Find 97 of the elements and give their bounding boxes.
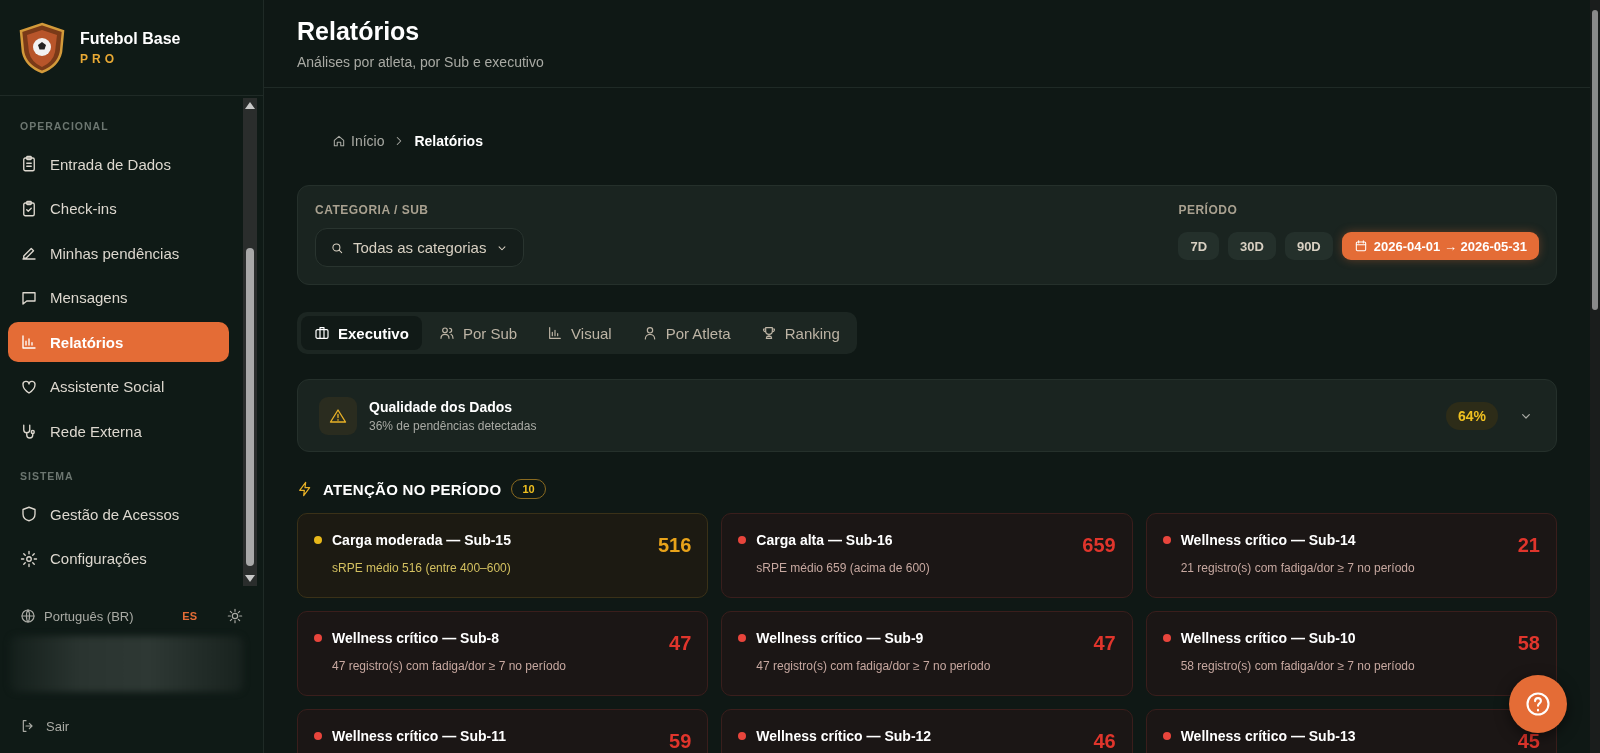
lightning-icon xyxy=(297,481,313,497)
breadcrumb-link[interactable]: Relatórios xyxy=(414,133,483,149)
section-title: ATENÇÃO NO PERÍODO xyxy=(323,480,502,498)
card-subtitle: 36% de pendências detectadas xyxy=(369,418,538,433)
shield-ball-logo-icon xyxy=(18,21,66,74)
alert-card[interactable]: Wellness crítico — Sub-8 47 registro(s) com fadiga/dor ≥ 7 no período 47 xyxy=(297,611,709,696)
alert-detail: 58 registro(s) com fadiga/dor ≥ 7 no período xyxy=(1180,659,1416,673)
alert-card[interactable]: Wellness crítico — Sub-11 59 xyxy=(297,709,709,753)
card-title: Qualidade dos Dados xyxy=(369,398,514,415)
breadcrumb-link[interactable]: Início xyxy=(332,133,385,149)
stethoscope-icon xyxy=(20,422,38,441)
nav-item[interactable]: Entrada de Dados xyxy=(8,144,229,184)
clipboard-check-icon xyxy=(20,199,38,218)
alert-card[interactable]: Carga moderada — Sub-15 sRPE médio 516 (entre 400–600) 516 xyxy=(297,513,709,598)
briefcase-icon xyxy=(314,325,330,341)
filter-label: CATEGORIA / SUB xyxy=(315,203,430,217)
alert-value: 659 xyxy=(1082,534,1116,557)
nav-item[interactable]: Minhas pendências xyxy=(8,233,229,274)
tab[interactable]: Ranking xyxy=(747,316,853,350)
alert-card[interactable]: Wellness crítico — Sub-9 47 registro(s) com fadiga/dor ≥ 7 no período 47 xyxy=(721,611,1133,696)
alert-card[interactable]: Wellness crítico — Sub-12 46 xyxy=(721,709,1133,753)
clipboard-icon xyxy=(20,155,38,173)
status-dot xyxy=(738,732,747,740)
alert-title: Wellness crítico — Sub-13 xyxy=(1180,728,1357,744)
status-dot xyxy=(738,536,747,544)
filter-label: PERÍODO xyxy=(1178,203,1239,217)
period-button[interactable]: 7D xyxy=(1178,232,1220,260)
tab[interactable]: Executivo xyxy=(301,316,422,350)
nav-item[interactable]: Rede Externa xyxy=(8,411,229,452)
calendar-icon xyxy=(1353,239,1368,253)
globe-icon xyxy=(20,608,36,624)
alert-title: Carga alta — Sub-16 xyxy=(756,532,894,548)
scrollbar-drawing[interactable] xyxy=(243,98,257,586)
alert-value: 21 xyxy=(1517,534,1540,557)
alert-value: 46 xyxy=(1093,730,1116,753)
nav-section-title: OPERACIONAL xyxy=(19,120,110,132)
alert-detail: sRPE médio 516 (entre 400–600) xyxy=(332,561,512,575)
page-title: Relatórios xyxy=(297,17,421,46)
tab[interactable]: Por Sub xyxy=(425,316,531,350)
tab[interactable]: Visual xyxy=(534,316,625,350)
status-dot xyxy=(314,732,322,740)
language-label[interactable]: Português (BR) xyxy=(44,608,175,624)
alert-title: Wellness crítico — Sub-10 xyxy=(1180,630,1357,646)
alert-value: 47 xyxy=(669,632,692,655)
scrollbar-drawing[interactable] xyxy=(1590,0,1600,753)
alert-value: 516 xyxy=(657,534,692,557)
nav-item[interactable]: Gestão de Acessos xyxy=(8,494,229,535)
alert-detail: 47 registro(s) com fadiga/dor ≥ 7 no período xyxy=(332,659,568,673)
alert-value: 59 xyxy=(669,730,692,753)
alert-card[interactable]: Wellness crítico — Sub-10 58 registro(s) com fadiga/dor ≥ 7 no período 58 xyxy=(1145,611,1557,696)
home-icon xyxy=(332,134,346,148)
alert-title: Wellness crítico — Sub-8 xyxy=(332,630,500,646)
trophy-icon xyxy=(760,325,777,341)
brand-subtitle: PRO xyxy=(80,51,119,66)
tab[interactable]: Por Atleta xyxy=(628,316,744,350)
language-switch[interactable]: ES xyxy=(182,610,197,622)
period-button[interactable]: 30D xyxy=(1228,232,1276,260)
brand-name: Futebol Base xyxy=(80,29,181,48)
alert-card[interactable]: Carga alta — Sub-16 sRPE médio 659 (acima de 600) 659 xyxy=(721,513,1133,598)
alert-value: 58 xyxy=(1517,632,1540,655)
alert-title: Wellness crítico — Sub-14 xyxy=(1180,532,1357,548)
alert-title: Wellness crítico — Sub-12 xyxy=(756,728,933,744)
nav-item[interactable]: Assistente Social xyxy=(8,366,229,407)
status-dot xyxy=(1162,536,1171,544)
period-button[interactable]: 90D xyxy=(1284,232,1333,260)
status-dot xyxy=(314,634,322,642)
bar-chart-icon xyxy=(20,333,38,352)
alert-title: Wellness crítico — Sub-11 xyxy=(332,728,508,744)
status-dot xyxy=(1162,634,1171,642)
status-dot xyxy=(314,536,322,544)
search-icon xyxy=(330,240,344,255)
alert-title: Carga moderada — Sub-15 xyxy=(332,532,512,548)
alert-title: Wellness crítico — Sub-9 xyxy=(756,630,925,646)
alert-detail: sRPE médio 659 (acima de 600) xyxy=(756,561,931,575)
nav-section-title: SISTEMA xyxy=(19,470,75,483)
nav-item[interactable]: Check-ins xyxy=(8,188,229,229)
alert-card[interactable]: Wellness crítico — Sub-13 45 xyxy=(1145,709,1557,753)
logout-link[interactable]: Sair xyxy=(0,692,263,734)
page-subtitle: Análises por atleta, por Sub e executivo xyxy=(297,54,545,70)
status-dot xyxy=(1162,732,1171,740)
alert-card[interactable]: Wellness crítico — Sub-14 21 registro(s) com fadiga/dor ≥ 7 no período 21 xyxy=(1145,513,1557,598)
question-icon xyxy=(1524,690,1552,718)
data-quality-card[interactable]: Qualidade dos Dados 36% de pendências detectadas 64% xyxy=(297,379,1557,452)
alert-value: 47 xyxy=(1093,632,1116,655)
bar-chart-icon xyxy=(547,325,564,341)
nav-item[interactable]: Configurações xyxy=(8,538,229,579)
warning-icon xyxy=(319,396,357,435)
shield-icon xyxy=(20,505,38,524)
category-select[interactable]: Todas as categorias xyxy=(315,228,525,267)
score-badge: 64% xyxy=(1445,401,1498,430)
sun-icon[interactable] xyxy=(227,608,243,624)
alert-detail: 21 registro(s) com fadiga/dor ≥ 7 no período xyxy=(1180,561,1416,575)
alert-value: 45 xyxy=(1517,730,1540,753)
users-icon xyxy=(438,325,455,341)
nav-item[interactable]: Mensagens xyxy=(8,277,229,318)
alert-detail: 47 registro(s) com fadiga/dor ≥ 7 no período xyxy=(756,659,992,673)
status-dot xyxy=(738,634,747,642)
